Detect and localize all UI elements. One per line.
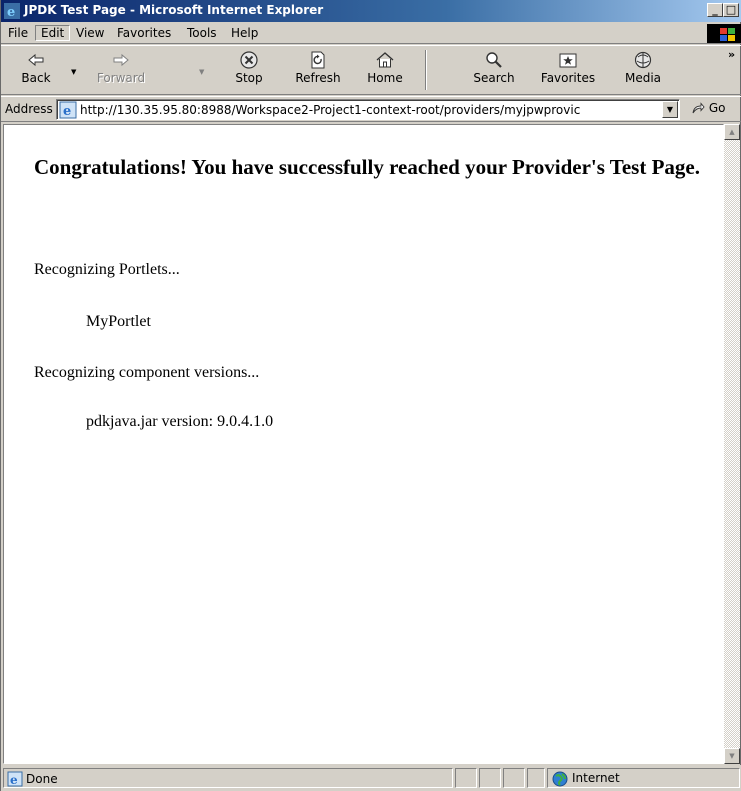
media-label: Media [624,71,662,85]
vertical-scrollbar[interactable]: ▲ ▼ [724,124,740,764]
address-input[interactable]: e http://130.35.95.80:8988/Workspace2-Pr… [56,99,680,120]
recognizing-components-text: Recognizing component versions... [34,364,260,381]
home-button[interactable]: Home [355,48,415,92]
menu-file[interactable]: File [3,25,33,41]
security-zone-text: Internet [572,771,620,785]
back-label: Back [21,71,51,85]
browser-window: e JPDK Test Page - Microsoft Internet Ex… [0,0,741,791]
favorites-button[interactable]: Favorites [538,48,598,92]
portlet-name: MyPortlet [86,313,151,330]
standard-toolbar: Back ▼ Forward ▼ Stop Refresh Home Searc… [1,45,741,95]
page-ie-icon: e [59,101,77,119]
refresh-button[interactable]: Refresh [288,48,348,92]
go-button[interactable]: Go [691,101,725,119]
menu-tools[interactable]: Tools [182,25,222,41]
window-title: JPDK Test Page - Microsoft Internet Expl… [24,3,324,17]
home-label: Home [367,71,403,85]
menu-favorites[interactable]: Favorites [112,25,176,41]
favorites-label: Favorites [540,71,596,85]
svg-text:e: e [7,5,15,19]
media-button[interactable]: Media [613,48,673,92]
svg-text:e: e [63,104,71,119]
forward-label: Forward [96,71,146,85]
internet-globe-icon [552,771,568,787]
go-label: Go [708,101,726,115]
status-panel-extra [527,768,545,788]
maximize-button[interactable]: □ [723,3,739,17]
home-icon [376,52,394,68]
scroll-down-button[interactable]: ▼ [724,748,740,764]
stop-button[interactable]: Stop [219,48,279,92]
toolbar-chevron-icon[interactable]: » [728,48,735,61]
svg-text:e: e [10,773,18,787]
toolbar-separator [425,50,427,90]
address-dropdown-icon[interactable]: ▼ [662,101,678,118]
recognizing-portlets-text: Recognizing Portlets... [34,261,180,278]
status-panel-progress [455,768,477,788]
page-content: Congratulations! You have successfully r… [3,124,724,764]
back-button[interactable]: Back [6,48,66,92]
back-dropdown-icon[interactable]: ▼ [71,68,76,76]
forward-arrow-icon [113,53,129,67]
address-url[interactable]: http://130.35.95.80:8988/Workspace2-Proj… [80,103,658,117]
search-label: Search [473,71,515,85]
status-text: Done [26,772,58,786]
component-version: pdkjava.jar version: 9.0.4.1.0 [86,413,274,430]
back-arrow-icon [28,53,44,67]
address-bar: Address e http://130.35.95.80:8988/Works… [1,96,741,122]
page-heading: Congratulations! You have successfully r… [34,155,700,179]
scroll-up-button[interactable]: ▲ [724,124,740,140]
stop-label: Stop [235,71,263,85]
menu-view[interactable]: View [71,25,109,41]
status-panel-blank [503,768,525,788]
go-arrow-icon [692,101,705,113]
menu-help[interactable]: Help [226,25,263,41]
forward-dropdown-icon[interactable]: ▼ [199,68,204,76]
windows-logo-icon [707,24,741,43]
page-done-icon: e [7,771,23,787]
search-button[interactable]: Search [464,48,524,92]
status-bar: e Done Internet [1,765,741,791]
menu-bar: File Edit View Favorites Tools Help [1,22,741,44]
status-panel-lock [479,768,501,788]
refresh-icon [311,51,325,69]
security-zone-panel[interactable]: Internet [547,768,740,788]
favorites-star-icon [559,53,577,68]
forward-button[interactable]: Forward [91,48,151,92]
minimize-button[interactable]: _ [707,3,723,17]
address-label: Address [5,102,53,116]
stop-icon [240,51,258,69]
status-panel: e Done [3,768,453,788]
media-icon [634,51,652,69]
search-icon [486,52,502,68]
refresh-label: Refresh [295,71,341,85]
title-bar[interactable]: e JPDK Test Page - Microsoft Internet Ex… [1,0,741,22]
menu-edit[interactable]: Edit [35,25,71,41]
ie-icon[interactable]: e [4,3,20,19]
